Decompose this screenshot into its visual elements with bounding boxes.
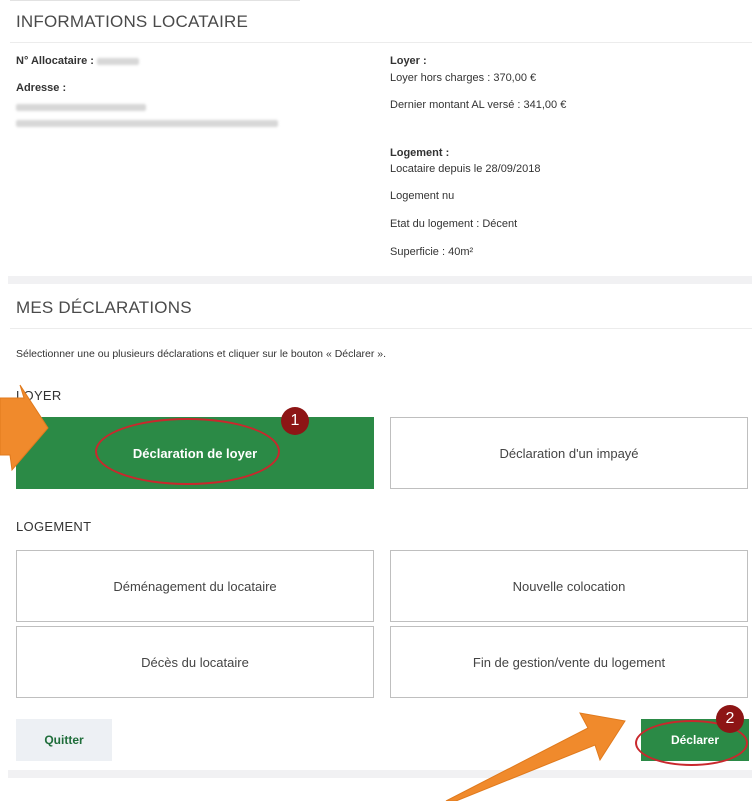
arrow-step2-icon: [445, 712, 626, 801]
arrow-step1-icon: [0, 384, 49, 472]
annotation-arrows: [0, 384, 626, 801]
